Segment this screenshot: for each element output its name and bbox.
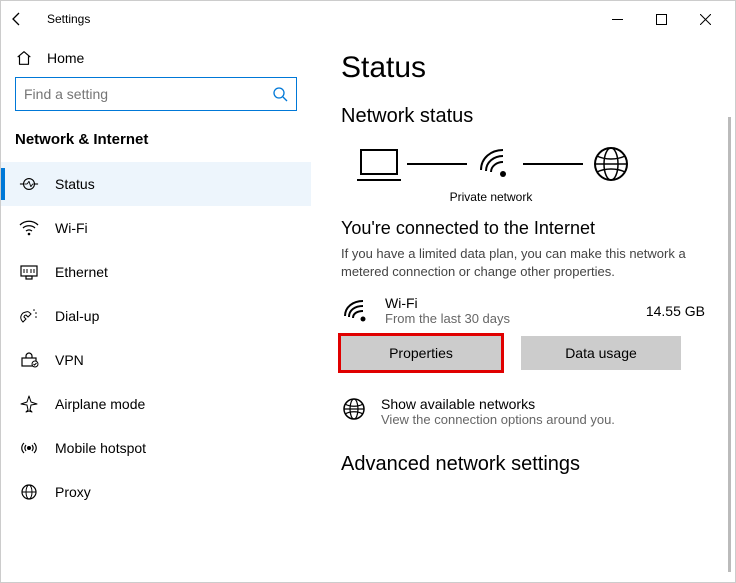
home-icon [15, 49, 33, 67]
connection-row: Wi-Fi From the last 30 days 14.55 GB [341, 295, 735, 326]
data-usage-label: Data usage [565, 345, 637, 361]
nav-label: Dial-up [55, 308, 99, 324]
search-input[interactable] [24, 86, 272, 102]
network-status-heading: Network status [341, 105, 735, 128]
back-button[interactable] [9, 11, 41, 27]
nav-label: Wi-Fi [55, 220, 88, 236]
nav-item-hotspot[interactable]: Mobile hotspot [1, 426, 311, 470]
connected-description: If you have a limited data plan, you can… [341, 245, 735, 281]
nav-item-ethernet[interactable]: Ethernet [1, 250, 311, 294]
section-heading: Network & Internet [1, 125, 311, 162]
wifi-icon [19, 220, 39, 236]
close-button[interactable] [683, 4, 727, 34]
pc-icon [351, 146, 407, 182]
search-icon [272, 86, 288, 102]
connection-wifi-icon [341, 298, 371, 324]
properties-label: Properties [389, 345, 453, 361]
nav-item-airplane[interactable]: Airplane mode [1, 382, 311, 426]
nav-item-proxy[interactable]: Proxy [1, 470, 311, 514]
available-title: Show available networks [381, 396, 615, 412]
connection-name: Wi-Fi [385, 295, 510, 311]
nav-item-dialup[interactable]: Dial-up [1, 294, 311, 338]
nav-item-wifi[interactable]: Wi-Fi [1, 206, 311, 250]
nav-label: Airplane mode [55, 396, 145, 412]
proxy-icon [19, 483, 39, 501]
airplane-icon [19, 395, 39, 413]
connection-sub: From the last 30 days [385, 311, 510, 326]
connection-usage: 14.55 GB [646, 303, 705, 319]
show-available-networks[interactable]: Show available networks View the connect… [341, 396, 735, 427]
vpn-icon [19, 352, 39, 368]
maximize-button[interactable] [639, 4, 683, 34]
nav-label: VPN [55, 352, 84, 368]
home-nav[interactable]: Home [1, 43, 311, 77]
sidebar: Home Network & Internet Status Wi-Fi E [1, 37, 311, 582]
hotspot-icon [19, 439, 39, 457]
ethernet-icon [19, 264, 39, 280]
properties-button[interactable]: Properties [341, 336, 501, 370]
nav-label: Mobile hotspot [55, 440, 146, 456]
globe-small-icon [341, 396, 367, 422]
dialup-icon [19, 307, 39, 325]
home-label: Home [47, 50, 84, 66]
available-sub: View the connection options around you. [381, 412, 615, 427]
nav-label: Proxy [55, 484, 91, 500]
nav-label: Status [55, 176, 95, 192]
advanced-heading: Advanced network settings [341, 453, 735, 476]
data-usage-button[interactable]: Data usage [521, 336, 681, 370]
minimize-button[interactable] [595, 4, 639, 34]
page-title: Status [341, 51, 735, 85]
nav-item-status[interactable]: Status [1, 162, 311, 206]
connected-heading: You're connected to the Internet [341, 218, 735, 239]
search-box[interactable] [15, 77, 297, 111]
globe-icon [583, 144, 639, 184]
wifi-diagram-icon [467, 146, 523, 182]
status-icon [19, 175, 39, 193]
window-title: Settings [41, 12, 90, 26]
private-network-label: Private network [341, 190, 641, 204]
nav-item-vpn[interactable]: VPN [1, 338, 311, 382]
titlebar: Settings [1, 1, 735, 37]
nav-label: Ethernet [55, 264, 108, 280]
network-diagram [351, 144, 735, 184]
scrollbar[interactable] [728, 117, 731, 572]
main-pane: Status Network status Private network Yo… [311, 37, 735, 582]
